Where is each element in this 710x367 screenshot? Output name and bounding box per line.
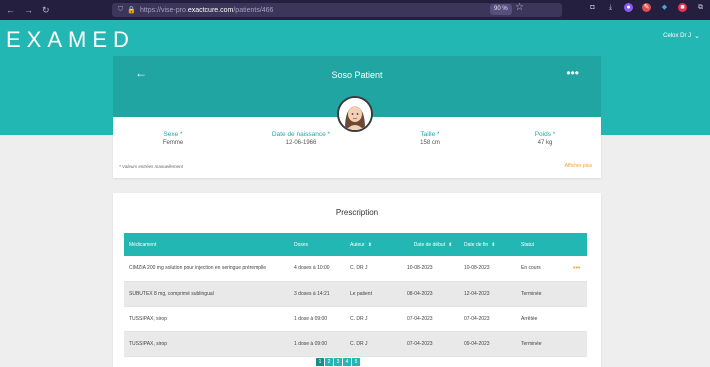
- cell-author: C. DR J: [345, 331, 402, 357]
- cell-medication: SUBUTEX 8 mg, comprimé sublingual: [124, 281, 289, 307]
- column-header-author[interactable]: Auteur ⬍: [345, 233, 402, 256]
- manual-values-note: * Valeurs entrées manuellement: [119, 164, 183, 169]
- field-label: Sexe *: [163, 131, 183, 138]
- bookmark-star-icon[interactable]: ☆: [515, 2, 524, 13]
- prescription-card: Prescription Médicament Doses Auteur ⬍ Da…: [113, 193, 601, 367]
- cell-status: Terminée: [516, 281, 568, 307]
- cell-end-date: 07-04-2023: [459, 306, 516, 332]
- header-label: Auteur: [350, 241, 365, 248]
- column-header-start-date[interactable]: Date de début ⬍: [402, 233, 459, 256]
- cell-end-date: 10-08-2023: [459, 256, 516, 282]
- zoom-level[interactable]: 90 %: [490, 4, 512, 15]
- cell-start-date: 07-04-2023: [402, 306, 459, 332]
- more-options-icon[interactable]: •••: [566, 66, 579, 80]
- table-header-row: Médicament Doses Auteur ⬍ Date de début ⬍ …: [124, 233, 587, 256]
- cell-status: Arrêtée: [516, 306, 568, 332]
- page-button-3[interactable]: 3: [334, 358, 342, 366]
- browser-back-icon[interactable]: ←: [6, 5, 15, 16]
- table-row[interactable]: TUSSIPAX, sirop 1 dose à 09:00 C. DR J 0…: [124, 331, 587, 357]
- cell-status: En cours: [516, 256, 568, 282]
- table-row[interactable]: CIMZIA 200 mg solution pour injection en…: [124, 256, 587, 282]
- info-field-birthdate: Date de naissance * 12-06-1966: [241, 131, 361, 146]
- url-prefix: https://vise-pro.: [139, 6, 188, 14]
- female-avatar-icon: [339, 98, 371, 130]
- cell-doses: 1 dose à 09:00: [289, 306, 345, 332]
- cell-medication: CIMZIA 200 mg solution pour injection en…: [124, 256, 289, 282]
- extensions-menu-icon[interactable]: ⧉: [696, 3, 705, 12]
- more-dots-icon[interactable]: •••: [573, 265, 580, 272]
- shield-icon: ⛉: [118, 6, 124, 13]
- cell-author: C. DR J: [345, 306, 402, 332]
- cell-doses: 3 doses à 14:21: [289, 281, 345, 307]
- field-value: 12-06-1966: [285, 140, 317, 146]
- cell-end-date: 12-04-2023: [459, 281, 516, 307]
- field-label: Poids *: [534, 131, 556, 138]
- row-actions: [568, 281, 587, 307]
- cell-medication: TUSSIPAX, sirop: [124, 331, 289, 357]
- field-label: Taille *: [420, 131, 440, 138]
- download-icon[interactable]: ⤓: [606, 3, 615, 12]
- table-row[interactable]: TUSSIPAX, sirop 1 dose à 09:00 C. DR J 0…: [124, 306, 587, 332]
- url-path: /patients/466: [233, 6, 274, 14]
- browser-toolbar: ← → ↻ ⛉ 🔒 https://vise-pro. exactcure.com…: [0, 0, 710, 20]
- page-button-1[interactable]: 1: [316, 358, 324, 366]
- cell-start-date: 08-04-2023: [402, 281, 459, 307]
- field-value: 47 kg: [537, 140, 553, 146]
- page-button-5[interactable]: 5: [352, 358, 360, 366]
- extension-icon[interactable]: ✎: [642, 3, 651, 12]
- field-label: Date de naissance *: [271, 131, 331, 138]
- column-header-medication: Médicament: [124, 233, 289, 256]
- chevron-down-icon: ⌄: [694, 33, 700, 40]
- cell-author: C. DR J: [345, 256, 402, 282]
- info-field-weight: Poids * 47 kg: [485, 131, 605, 146]
- header-label: Date de début: [413, 241, 446, 248]
- extension-icon[interactable]: ■: [678, 3, 687, 12]
- cell-author: Le patient: [345, 281, 402, 307]
- info-field-height: Taille * 158 cm: [370, 131, 490, 146]
- sort-icon: ⬍: [491, 241, 496, 248]
- sort-icon: ⬍: [367, 241, 372, 248]
- page-button-4[interactable]: 4: [343, 358, 351, 366]
- cell-doses: 4 doses à 10:00: [289, 256, 345, 282]
- browser-forward-icon[interactable]: →: [24, 5, 33, 16]
- page-button-2[interactable]: 2: [325, 358, 333, 366]
- column-header-doses: Doses: [289, 233, 345, 256]
- column-header-end-date[interactable]: Date de fin ⬍: [459, 233, 516, 256]
- table-row[interactable]: SUBUTEX 8 mg, comprimé sublingual 3 dose…: [124, 281, 587, 307]
- browser-reload-icon[interactable]: ↻: [42, 5, 50, 16]
- lock-icon: 🔒: [127, 7, 136, 14]
- cell-start-date: 10-08-2023: [402, 256, 459, 282]
- pagination: 1 2 3 4 5: [316, 358, 360, 366]
- sort-icon: ⬍: [448, 241, 453, 248]
- url-host: exactcure.com: [187, 6, 234, 14]
- row-actions[interactable]: •••: [568, 256, 587, 282]
- patient-name: Soso Patient: [331, 70, 383, 80]
- pocket-icon[interactable]: ◘: [588, 3, 597, 12]
- prescription-title: Prescription: [335, 208, 379, 217]
- info-field-sex: Sexe * Femme: [113, 131, 233, 146]
- field-value: Femme: [162, 140, 184, 146]
- cell-status: Terminée: [516, 331, 568, 357]
- column-header-actions: [568, 233, 587, 256]
- user-menu[interactable]: Celox Dr J ⌄: [663, 32, 700, 40]
- show-more-link[interactable]: Afficher plus: [565, 163, 592, 169]
- cell-medication: TUSSIPAX, sirop: [124, 306, 289, 332]
- row-actions: [568, 331, 587, 357]
- header-label: Date de fin: [464, 241, 489, 248]
- extension-icon[interactable]: ●: [624, 3, 633, 12]
- cell-end-date: 09-04-2023: [459, 331, 516, 357]
- column-header-status: Statut: [516, 233, 568, 256]
- user-name: Celox Dr J: [663, 33, 692, 39]
- field-value: 158 cm: [420, 140, 440, 146]
- extension-icon[interactable]: ◆: [660, 3, 669, 12]
- patient-avatar: [337, 96, 373, 132]
- cell-start-date: 07-04-2023: [402, 331, 459, 357]
- row-actions: [568, 306, 587, 332]
- examed-logo[interactable]: EXAMED: [6, 27, 135, 53]
- prescription-table: Médicament Doses Auteur ⬍ Date de début ⬍ …: [124, 233, 587, 357]
- cell-doses: 1 dose à 09:00: [289, 331, 345, 357]
